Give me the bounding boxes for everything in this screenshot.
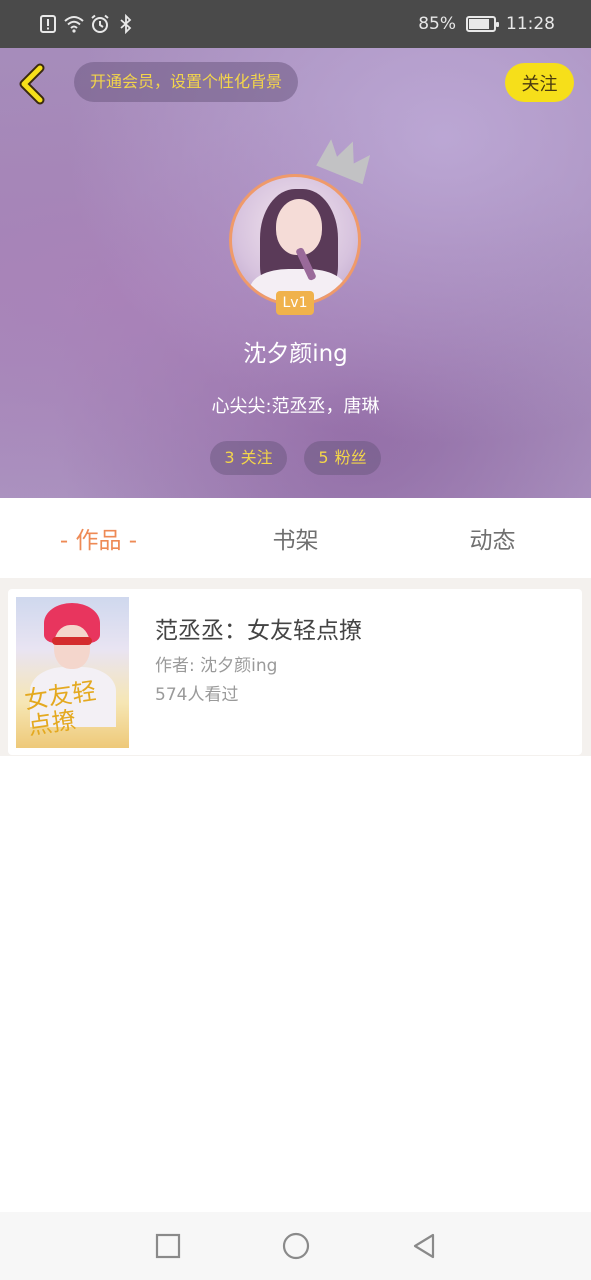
book-views: 574人看过 [155, 685, 239, 705]
book-cover[interactable]: 女友轻点撩 [16, 597, 129, 748]
bluetooth-icon [120, 14, 132, 34]
fans-label: 粉丝 [334, 448, 367, 467]
works-list: 女友轻点撩 范丞丞：女友轻点撩 作者: 沈夕颜ing 574人看过 [0, 578, 591, 756]
alarm-icon [91, 14, 109, 33]
cover-figure-face [54, 625, 90, 669]
back-triangle-icon[interactable] [410, 1232, 438, 1260]
tab-works[interactable]: - 作品 - [0, 521, 197, 555]
battery-icon [466, 16, 499, 32]
tab-activity[interactable]: 动态 [394, 521, 591, 555]
book-author: 作者: 沈夕颜ing [155, 656, 278, 676]
profile-tabs: - 作品 - 书架 动态 [0, 498, 591, 578]
list-item[interactable]: 女友轻点撩 范丞丞：女友轻点撩 作者: 沈夕颜ing 574人看过 [8, 589, 582, 755]
status-bar: 85% 11:28 [0, 0, 591, 48]
wifi-icon [64, 16, 84, 33]
battery-percent: 85% [418, 14, 456, 34]
level-badge: Lv1 [276, 291, 314, 315]
profile-header: 开通会员，设置个性化背景 关注 Lv1 沈夕颜ing 心尖尖:范丞丞，唐琳 3 … [0, 48, 591, 498]
home-circle-icon[interactable] [282, 1232, 310, 1260]
recents-square-icon[interactable] [154, 1232, 182, 1260]
status-icons-right: 85% 11:28 [418, 14, 555, 34]
avatar[interactable] [229, 174, 361, 306]
battery-fill [469, 19, 490, 29]
following-count-button[interactable]: 3 关注 [210, 441, 287, 475]
book-title: 范丞丞：女友轻点撩 [155, 618, 362, 644]
status-icons-left [38, 14, 136, 34]
system-nav-bar [0, 1212, 591, 1280]
following-count: 3 [224, 448, 235, 467]
following-label: 关注 [240, 448, 273, 467]
follow-button[interactable]: 关注 [505, 63, 574, 102]
user-bio: 心尖尖:范丞丞，唐琳 [211, 396, 380, 417]
cover-figure-glasses [52, 637, 92, 645]
avatar-face [276, 199, 322, 255]
username: 沈夕颜ing [243, 341, 348, 367]
status-time: 11:28 [506, 14, 555, 34]
cover-title-art: 女友轻点撩 [22, 676, 98, 741]
fans-count: 5 [318, 448, 329, 467]
chevron-left-icon[interactable] [14, 62, 50, 106]
vip-background-prompt[interactable]: 开通会员，设置个性化背景 [74, 62, 299, 102]
tab-bookshelf[interactable]: 书架 [197, 521, 394, 555]
fans-count-button[interactable]: 5 粉丝 [304, 441, 381, 475]
alert-icon [40, 15, 56, 33]
